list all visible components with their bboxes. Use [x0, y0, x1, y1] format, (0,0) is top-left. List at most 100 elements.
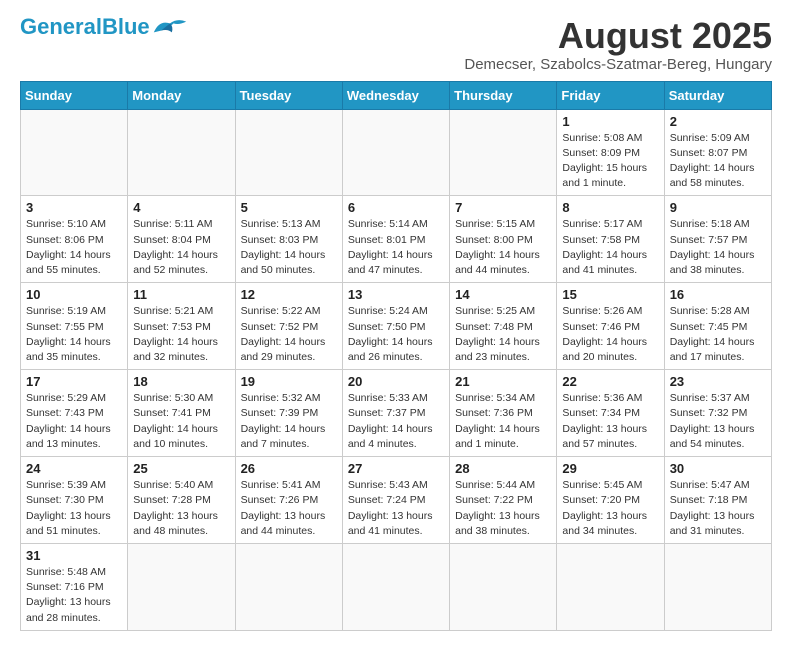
- weekday-header-row: SundayMondayTuesdayWednesdayThursdayFrid…: [21, 81, 772, 109]
- day-number: 6: [348, 200, 444, 215]
- day-number: 21: [455, 374, 551, 389]
- day-info: Sunrise: 5:39 AM Sunset: 7:30 PM Dayligh…: [26, 478, 122, 539]
- weekday-header-wednesday: Wednesday: [342, 81, 449, 109]
- day-info: Sunrise: 5:43 AM Sunset: 7:24 PM Dayligh…: [348, 478, 444, 539]
- calendar-cell: 29 Sunrise: 5:45 AM Sunset: 7:20 PM Dayli…: [557, 457, 664, 544]
- calendar-cell: 27 Sunrise: 5:43 AM Sunset: 7:24 PM Dayli…: [342, 457, 449, 544]
- weekday-header-friday: Friday: [557, 81, 664, 109]
- calendar-week-row: 10 Sunrise: 5:19 AM Sunset: 7:55 PM Dayli…: [21, 283, 772, 370]
- calendar-cell: 22 Sunrise: 5:36 AM Sunset: 7:34 PM Dayli…: [557, 370, 664, 457]
- day-number: 15: [562, 287, 658, 302]
- day-info: Sunrise: 5:25 AM Sunset: 7:48 PM Dayligh…: [455, 304, 551, 365]
- calendar-subtitle: Demecser, Szabolcs-Szatmar-Bereg, Hungar…: [464, 56, 772, 73]
- weekday-header-tuesday: Tuesday: [235, 81, 342, 109]
- day-info: Sunrise: 5:11 AM Sunset: 8:04 PM Dayligh…: [133, 217, 229, 278]
- day-info: Sunrise: 5:19 AM Sunset: 7:55 PM Dayligh…: [26, 304, 122, 365]
- day-info: Sunrise: 5:32 AM Sunset: 7:39 PM Dayligh…: [241, 391, 337, 452]
- calendar-cell: [557, 543, 664, 630]
- calendar-week-row: 1Sunrise: 5:08 AM Sunset: 8:09 PM Daylig…: [21, 109, 772, 196]
- calendar-cell: 1Sunrise: 5:08 AM Sunset: 8:09 PM Daylig…: [557, 109, 664, 196]
- calendar-cell: 17 Sunrise: 5:29 AM Sunset: 7:43 PM Dayli…: [21, 370, 128, 457]
- calendar-cell: 7Sunrise: 5:15 AM Sunset: 8:00 PM Daylig…: [450, 196, 557, 283]
- day-number: 2: [670, 114, 766, 129]
- day-info: Sunrise: 5:28 AM Sunset: 7:45 PM Dayligh…: [670, 304, 766, 365]
- calendar-cell: [342, 109, 449, 196]
- day-info: Sunrise: 5:45 AM Sunset: 7:20 PM Dayligh…: [562, 478, 658, 539]
- day-number: 7: [455, 200, 551, 215]
- day-info: Sunrise: 5:36 AM Sunset: 7:34 PM Dayligh…: [562, 391, 658, 452]
- day-info: Sunrise: 5:09 AM Sunset: 8:07 PM Dayligh…: [670, 131, 766, 192]
- day-info: Sunrise: 5:22 AM Sunset: 7:52 PM Dayligh…: [241, 304, 337, 365]
- calendar-cell: 9 Sunrise: 5:18 AM Sunset: 7:57 PM Daylig…: [664, 196, 771, 283]
- calendar-cell: 3 Sunrise: 5:10 AM Sunset: 8:06 PM Daylig…: [21, 196, 128, 283]
- calendar-table: SundayMondayTuesdayWednesdayThursdayFrid…: [20, 81, 772, 631]
- day-info: Sunrise: 5:34 AM Sunset: 7:36 PM Dayligh…: [455, 391, 551, 452]
- calendar-cell: 5Sunrise: 5:13 AM Sunset: 8:03 PM Daylig…: [235, 196, 342, 283]
- day-number: 27: [348, 461, 444, 476]
- calendar-cell: 20Sunrise: 5:33 AM Sunset: 7:37 PM Dayli…: [342, 370, 449, 457]
- weekday-header-sunday: Sunday: [21, 81, 128, 109]
- calendar-cell: 23Sunrise: 5:37 AM Sunset: 7:32 PM Dayli…: [664, 370, 771, 457]
- day-number: 8: [562, 200, 658, 215]
- day-number: 12: [241, 287, 337, 302]
- title-area: August 2025 Demecser, Szabolcs-Szatmar-B…: [464, 16, 772, 73]
- calendar-cell: [342, 543, 449, 630]
- day-number: 22: [562, 374, 658, 389]
- day-info: Sunrise: 5:47 AM Sunset: 7:18 PM Dayligh…: [670, 478, 766, 539]
- day-number: 24: [26, 461, 122, 476]
- day-info: Sunrise: 5:21 AM Sunset: 7:53 PM Dayligh…: [133, 304, 229, 365]
- day-info: Sunrise: 5:40 AM Sunset: 7:28 PM Dayligh…: [133, 478, 229, 539]
- calendar-cell: 19 Sunrise: 5:32 AM Sunset: 7:39 PM Dayli…: [235, 370, 342, 457]
- day-info: Sunrise: 5:14 AM Sunset: 8:01 PM Dayligh…: [348, 217, 444, 278]
- day-info: Sunrise: 5:48 AM Sunset: 7:16 PM Dayligh…: [26, 565, 122, 626]
- day-number: 3: [26, 200, 122, 215]
- weekday-header-saturday: Saturday: [664, 81, 771, 109]
- day-number: 26: [241, 461, 337, 476]
- calendar-cell: [235, 543, 342, 630]
- day-number: 18: [133, 374, 229, 389]
- day-info: Sunrise: 5:44 AM Sunset: 7:22 PM Dayligh…: [455, 478, 551, 539]
- day-number: 19: [241, 374, 337, 389]
- day-number: 4: [133, 200, 229, 215]
- calendar-header: SundayMondayTuesdayWednesdayThursdayFrid…: [21, 81, 772, 109]
- calendar-cell: [450, 109, 557, 196]
- calendar-cell: 18 Sunrise: 5:30 AM Sunset: 7:41 PM Dayli…: [128, 370, 235, 457]
- day-number: 29: [562, 461, 658, 476]
- day-number: 31: [26, 548, 122, 563]
- day-number: 30: [670, 461, 766, 476]
- logo-bird-icon: [152, 16, 188, 38]
- day-info: Sunrise: 5:30 AM Sunset: 7:41 PM Dayligh…: [133, 391, 229, 452]
- day-info: Sunrise: 5:26 AM Sunset: 7:46 PM Dayligh…: [562, 304, 658, 365]
- calendar-week-row: 24 Sunrise: 5:39 AM Sunset: 7:30 PM Dayli…: [21, 457, 772, 544]
- day-info: Sunrise: 5:18 AM Sunset: 7:57 PM Dayligh…: [670, 217, 766, 278]
- day-number: 17: [26, 374, 122, 389]
- weekday-header-thursday: Thursday: [450, 81, 557, 109]
- calendar-body: 1Sunrise: 5:08 AM Sunset: 8:09 PM Daylig…: [21, 109, 772, 630]
- day-info: Sunrise: 5:13 AM Sunset: 8:03 PM Dayligh…: [241, 217, 337, 278]
- calendar-cell: 21 Sunrise: 5:34 AM Sunset: 7:36 PM Dayli…: [450, 370, 557, 457]
- calendar-title: August 2025: [464, 16, 772, 56]
- day-info: Sunrise: 5:29 AM Sunset: 7:43 PM Dayligh…: [26, 391, 122, 452]
- day-info: Sunrise: 5:17 AM Sunset: 7:58 PM Dayligh…: [562, 217, 658, 278]
- calendar-cell: 8 Sunrise: 5:17 AM Sunset: 7:58 PM Daylig…: [557, 196, 664, 283]
- day-number: 10: [26, 287, 122, 302]
- day-info: Sunrise: 5:08 AM Sunset: 8:09 PM Dayligh…: [562, 131, 658, 192]
- calendar-cell: [664, 543, 771, 630]
- calendar-cell: [128, 543, 235, 630]
- calendar-week-row: 3 Sunrise: 5:10 AM Sunset: 8:06 PM Daylig…: [21, 196, 772, 283]
- day-number: 9: [670, 200, 766, 215]
- day-number: 16: [670, 287, 766, 302]
- calendar-cell: 10 Sunrise: 5:19 AM Sunset: 7:55 PM Dayli…: [21, 283, 128, 370]
- day-number: 14: [455, 287, 551, 302]
- calendar-cell: 26Sunrise: 5:41 AM Sunset: 7:26 PM Dayli…: [235, 457, 342, 544]
- calendar-cell: [450, 543, 557, 630]
- calendar-cell: 15 Sunrise: 5:26 AM Sunset: 7:46 PM Dayli…: [557, 283, 664, 370]
- calendar-cell: 30 Sunrise: 5:47 AM Sunset: 7:18 PM Dayli…: [664, 457, 771, 544]
- day-number: 20: [348, 374, 444, 389]
- calendar-cell: 2 Sunrise: 5:09 AM Sunset: 8:07 PM Daylig…: [664, 109, 771, 196]
- day-info: Sunrise: 5:10 AM Sunset: 8:06 PM Dayligh…: [26, 217, 122, 278]
- calendar-cell: [21, 109, 128, 196]
- calendar-cell: 28Sunrise: 5:44 AM Sunset: 7:22 PM Dayli…: [450, 457, 557, 544]
- day-number: 13: [348, 287, 444, 302]
- calendar-cell: [128, 109, 235, 196]
